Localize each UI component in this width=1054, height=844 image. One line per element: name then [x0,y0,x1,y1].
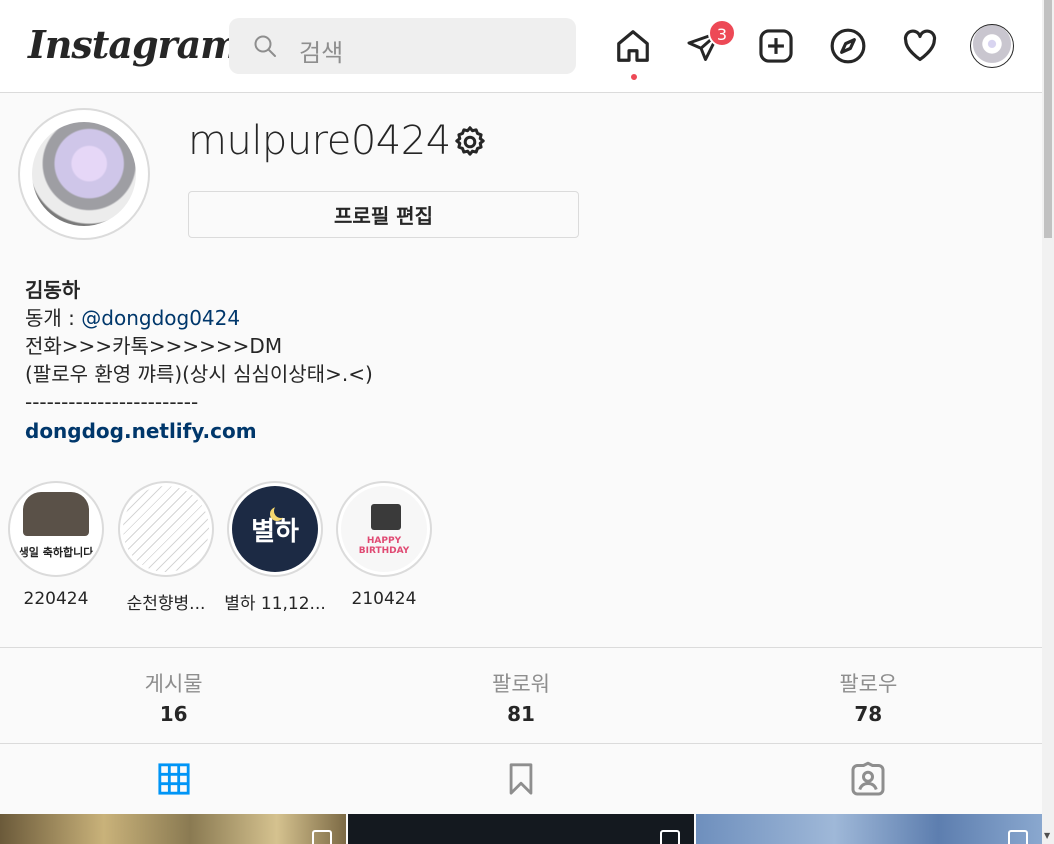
highlight-label: 순천향병... [126,594,206,614]
tab-tagged[interactable] [695,744,1042,814]
instagram-logo[interactable]: Instagram [28,22,240,67]
highlight-cover-image [123,486,209,572]
edit-profile-button[interactable]: 프로필 편집 [188,191,579,238]
post-thumbnail[interactable] [348,814,694,844]
post-thumbnail[interactable] [0,814,346,844]
top-navigation-bar: Instagram 검색 3 [0,0,1042,93]
add-square-icon [759,29,793,63]
bio-line-4: ------------------------ [25,390,199,414]
stat-value: 78 [854,702,883,726]
story-highlight[interactable]: 생일 축하합니다 220424 [8,481,104,609]
compass-icon [830,28,866,64]
highlight-cover-ring: 생일 축하합니다 [8,481,104,577]
new-post-button[interactable] [754,24,798,68]
activity-button[interactable] [898,24,942,68]
bio-line-2: 전화>>>카톡>>>>>>DM [25,334,283,358]
highlight-cover-image: 생일 축하합니다 [13,486,99,572]
gear-icon [455,126,485,156]
story-highlight[interactable]: HAPPY BIRTHDAY 210424 [336,481,432,609]
search-box[interactable]: 검색 [229,18,576,74]
stat-value: 81 [507,702,535,726]
highlight-cover-text: HAPPY BIRTHDAY [358,536,410,556]
bookmark-icon [509,763,533,795]
highlight-cover-text: 생일 축하합니다 [18,546,94,559]
highlight-label: 별하 11,12... [224,594,326,614]
following-count[interactable]: 팔로우 78 [695,648,1042,743]
multiple-photos-icon [312,830,332,844]
scroll-down-arrow-icon[interactable]: ▼ [1044,831,1050,840]
grid-icon [158,763,190,795]
search-icon [254,35,276,57]
profile-bio: 김동하 동개 : @dongdog0424 전화>>>카톡>>>>>>DM (팔… [25,276,373,445]
story-highlight[interactable]: 순천향병... [118,481,214,614]
highlight-cover-image: 별하 [232,486,318,572]
profile-avatar-nav[interactable] [970,24,1014,68]
profile-username: mulpure0424 [188,118,451,164]
bio-line-1-prefix: 동개 : [25,306,82,330]
highlight-label: 210424 [351,589,417,609]
settings-button[interactable] [452,124,488,160]
highlight-cover-ring: 별하 [227,481,323,577]
multiple-photos-icon [1008,830,1028,844]
posts-count: 게시물 16 [0,648,347,743]
page-scrollbar[interactable]: ▼ [1042,0,1054,844]
highlight-cover-text: 별하 [251,516,299,547]
profile-website-link[interactable]: dongdog.netlify.com [25,417,373,445]
story-highlight[interactable]: 별하 별하 11,12... [224,481,326,614]
scrollbar-thumb[interactable] [1044,0,1052,238]
bio-line-1: 동개 : @dongdog0424 [25,304,373,332]
profile-picture-image [32,122,136,226]
bio-line-3: (팔로우 환영 꺄륵)(상시 심심이상태>.<) [25,362,373,386]
stat-label: 팔로워 [492,672,550,696]
highlight-cover-image: HAPPY BIRTHDAY [341,486,427,572]
home-active-dot [631,74,637,80]
message-count-badge: 3 [708,19,736,47]
tab-posts[interactable] [0,744,347,814]
profile-picture[interactable] [18,108,150,240]
tagged-icon [851,761,885,796]
profile-tabs [0,744,1042,814]
post-thumbnail[interactable] [696,814,1042,844]
bio-mention-link[interactable]: @dongdog0424 [81,306,240,330]
multiple-photos-icon [660,830,680,844]
followers-count[interactable]: 팔로워 81 [347,648,694,743]
highlight-cover-ring [118,481,214,577]
tab-saved[interactable] [347,744,694,814]
search-placeholder: 검색 [299,39,344,67]
moon-icon [274,504,288,518]
heart-icon [903,29,937,62]
profile-full-name: 김동하 [25,278,81,302]
highlight-cover-ring: HAPPY BIRTHDAY [336,481,432,577]
stat-label: 게시물 [144,672,203,696]
explore-button[interactable] [826,24,870,68]
profile-stats: 게시물 16 팔로워 81 팔로우 78 [0,647,1042,744]
stat-value: 16 [159,702,188,726]
home-icon [617,30,649,62]
stat-label: 팔로우 [839,672,898,696]
highlight-label: 220424 [23,589,89,609]
home-button[interactable] [611,24,655,68]
